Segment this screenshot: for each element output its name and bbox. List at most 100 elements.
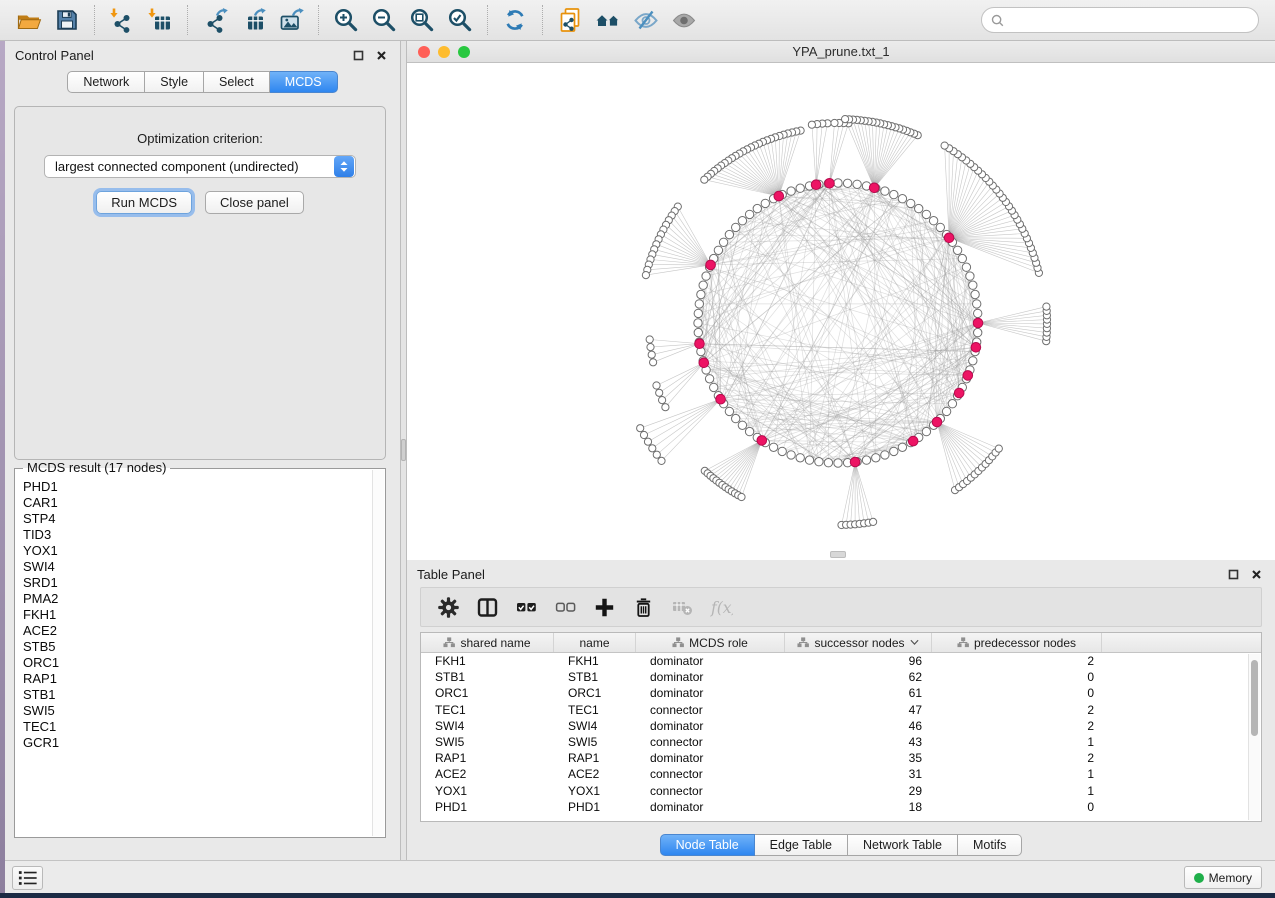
deselect-all-icon[interactable]: [548, 592, 582, 622]
criterion-dropdown[interactable]: largest connected component (undirected): [44, 155, 356, 178]
zoom-out-icon[interactable]: [368, 4, 400, 36]
table-row[interactable]: SWI5SWI5connector431: [421, 734, 1261, 750]
table-cell[interactable]: connector: [636, 784, 785, 798]
table-cell[interactable]: 29: [785, 784, 932, 798]
table-row[interactable]: SWI4SWI4dominator462: [421, 718, 1261, 734]
table-cell[interactable]: STB1: [421, 670, 554, 684]
table-row[interactable]: ORC1ORC1dominator610: [421, 685, 1261, 701]
table-cell[interactable]: FKH1: [554, 654, 636, 668]
run-mcds-button[interactable]: Run MCDS: [96, 191, 192, 214]
mcds-result-item[interactable]: FKH1: [23, 607, 371, 623]
table-row[interactable]: STB1STB1dominator620: [421, 669, 1261, 685]
table-cell[interactable]: RAP1: [554, 751, 636, 765]
zoom-fit-icon[interactable]: [406, 4, 438, 36]
close-panel-icon[interactable]: [374, 49, 388, 63]
table-cell[interactable]: connector: [636, 767, 785, 781]
search-input[interactable]: [1009, 12, 1249, 29]
table-cell[interactable]: 96: [785, 654, 932, 668]
tab-network[interactable]: Network: [67, 71, 145, 93]
settings-icon[interactable]: [431, 592, 465, 622]
table-cell[interactable]: 0: [932, 800, 1102, 814]
eye-slash-icon[interactable]: [630, 4, 662, 36]
table-cell[interactable]: 2: [932, 751, 1102, 765]
table-cell[interactable]: SWI5: [421, 735, 554, 749]
table-cell[interactable]: STB1: [554, 670, 636, 684]
table-cell[interactable]: TEC1: [554, 703, 636, 717]
mcds-result-item[interactable]: SWI5: [23, 703, 371, 719]
mcds-result-item[interactable]: ACE2: [23, 623, 371, 639]
mcds-result-item[interactable]: YOX1: [23, 543, 371, 559]
table-cell[interactable]: 62: [785, 670, 932, 684]
table-cell[interactable]: SWI4: [554, 719, 636, 733]
table-cell[interactable]: 47: [785, 703, 932, 717]
close-table-panel-icon[interactable]: [1249, 568, 1263, 582]
table-row[interactable]: YOX1YOX1connector291: [421, 783, 1261, 799]
network-canvas[interactable]: [407, 63, 1275, 559]
table-cell[interactable]: 1: [932, 784, 1102, 798]
column-header-name[interactable]: name: [554, 633, 636, 652]
table-cell[interactable]: ACE2: [554, 767, 636, 781]
import-network-icon[interactable]: [106, 4, 138, 36]
table-cell[interactable]: YOX1: [554, 784, 636, 798]
horizontal-splitter-grip[interactable]: [830, 551, 846, 558]
table-cell[interactable]: SWI5: [554, 735, 636, 749]
open-session-icon[interactable]: [13, 4, 45, 36]
zoom-in-icon[interactable]: [330, 4, 362, 36]
tab-motifs[interactable]: Motifs: [958, 834, 1022, 856]
tab-edge-table[interactable]: Edge Table: [755, 834, 848, 856]
mcds-result-item[interactable]: GCR1: [23, 735, 371, 751]
table-scrollbar-thumb[interactable]: [1251, 660, 1258, 736]
refresh-icon[interactable]: [499, 4, 531, 36]
float-panel-icon[interactable]: [351, 49, 365, 63]
table-cell[interactable]: dominator: [636, 751, 785, 765]
table-cell[interactable]: 2: [932, 654, 1102, 668]
table-cell[interactable]: 61: [785, 686, 932, 700]
table-cell[interactable]: dominator: [636, 719, 785, 733]
table-cell[interactable]: 18: [785, 800, 932, 814]
tab-mcds[interactable]: MCDS: [270, 71, 338, 93]
table-cell[interactable]: 2: [932, 719, 1102, 733]
table-cell[interactable]: PHD1: [554, 800, 636, 814]
column-header-predecessor-nodes[interactable]: predecessor nodes: [932, 633, 1102, 652]
mcds-result-item[interactable]: TEC1: [23, 719, 371, 735]
table-cell[interactable]: ORC1: [421, 686, 554, 700]
memory-button[interactable]: Memory: [1184, 866, 1262, 889]
table-cell[interactable]: 1: [932, 767, 1102, 781]
delete-column-icon[interactable]: [626, 592, 660, 622]
column-header-successor-nodes[interactable]: successor nodes: [785, 633, 932, 652]
table-cell[interactable]: PHD1: [421, 800, 554, 814]
save-session-icon[interactable]: [51, 4, 83, 36]
mcds-result-item[interactable]: STP4: [23, 511, 371, 527]
table-cell[interactable]: 31: [785, 767, 932, 781]
mcds-result-item[interactable]: STB5: [23, 639, 371, 655]
table-cell[interactable]: dominator: [636, 686, 785, 700]
select-all-icon[interactable]: [509, 592, 543, 622]
tab-node-table[interactable]: Node Table: [660, 834, 755, 856]
eye-icon[interactable]: [668, 4, 700, 36]
column-header-shared-name[interactable]: shared name: [421, 633, 554, 652]
vertical-splitter-grip[interactable]: [401, 439, 406, 461]
mcds-result-item[interactable]: PMA2: [23, 591, 371, 607]
table-row[interactable]: FKH1FKH1dominator962: [421, 653, 1261, 669]
table-cell[interactable]: 0: [932, 686, 1102, 700]
table-row[interactable]: RAP1RAP1dominator352: [421, 750, 1261, 766]
table-cell[interactable]: FKH1: [421, 654, 554, 668]
tab-style[interactable]: Style: [145, 71, 204, 93]
first-neighbors-icon[interactable]: [592, 4, 624, 36]
tab-select[interactable]: Select: [204, 71, 270, 93]
table-cell[interactable]: ORC1: [554, 686, 636, 700]
mcds-result-item[interactable]: ORC1: [23, 655, 371, 671]
table-cell[interactable]: dominator: [636, 670, 785, 684]
table-row[interactable]: PHD1PHD1dominator180: [421, 799, 1261, 815]
vertical-splitter[interactable]: [400, 41, 407, 860]
mcds-result-item[interactable]: RAP1: [23, 671, 371, 687]
table-cell[interactable]: connector: [636, 703, 785, 717]
table-cell[interactable]: SWI4: [421, 719, 554, 733]
export-table-icon[interactable]: [237, 4, 269, 36]
table-cell[interactable]: dominator: [636, 654, 785, 668]
table-row[interactable]: TEC1TEC1connector472: [421, 702, 1261, 718]
export-image-icon[interactable]: [275, 4, 307, 36]
table-scrollbar[interactable]: [1248, 654, 1260, 820]
float-table-panel-icon[interactable]: [1226, 568, 1240, 582]
table-cell[interactable]: TEC1: [421, 703, 554, 717]
